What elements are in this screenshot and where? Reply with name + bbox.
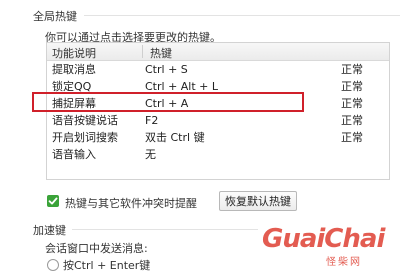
- row-hotkey[interactable]: 无: [145, 146, 156, 163]
- table-header: 功能说明 热键: [47, 43, 389, 61]
- row-hotkey[interactable]: Ctrl + S: [145, 61, 188, 78]
- ctrl-enter-radio[interactable]: [47, 259, 59, 271]
- column-header-hotkey[interactable]: 热键: [150, 45, 172, 61]
- row-function: 语音输入: [52, 148, 96, 161]
- table-row[interactable]: 开启划词搜索 双击 Ctrl 键 正常: [47, 129, 389, 146]
- row-hotkey[interactable]: F2: [145, 112, 158, 129]
- send-message-label: 会话窗口中发送消息:: [45, 242, 148, 255]
- watermark-logo: GuaiChai: [262, 224, 385, 254]
- ctrl-enter-label[interactable]: 按Ctrl + Enter键: [63, 257, 150, 273]
- accelerator-title: 加速键: [33, 224, 66, 237]
- column-header-function[interactable]: 功能说明: [52, 45, 96, 61]
- row-function: 语音按键说话: [52, 114, 118, 127]
- section-divider: [72, 229, 258, 230]
- row-function: 提取消息: [52, 63, 96, 76]
- row-status: 正常: [341, 80, 363, 93]
- restore-default-hotkeys-button[interactable]: 恢复默认热键: [219, 191, 297, 211]
- row-status: 正常: [341, 63, 363, 76]
- conflict-reminder-checkbox[interactable]: [47, 195, 59, 207]
- section-divider: [84, 15, 400, 16]
- table-row[interactable]: 语音输入 无: [47, 146, 389, 163]
- row-hotkey[interactable]: 双击 Ctrl 键: [145, 129, 205, 146]
- conflict-reminder-label[interactable]: 热键与其它软件冲突时提醒: [65, 195, 197, 211]
- column-divider[interactable]: [142, 45, 143, 58]
- highlight-box: [32, 92, 304, 112]
- row-status: 正常: [341, 97, 363, 110]
- row-function: 开启划词搜索: [52, 131, 118, 144]
- table-row[interactable]: 提取消息 Ctrl + S 正常: [47, 61, 389, 78]
- row-status: 正常: [341, 114, 363, 127]
- checkmark-icon: [48, 197, 58, 205]
- row-status: 正常: [341, 131, 363, 144]
- table-row[interactable]: 语音按键说话 F2 正常: [47, 112, 389, 129]
- global-hotkeys-title: 全局热键: [33, 10, 77, 23]
